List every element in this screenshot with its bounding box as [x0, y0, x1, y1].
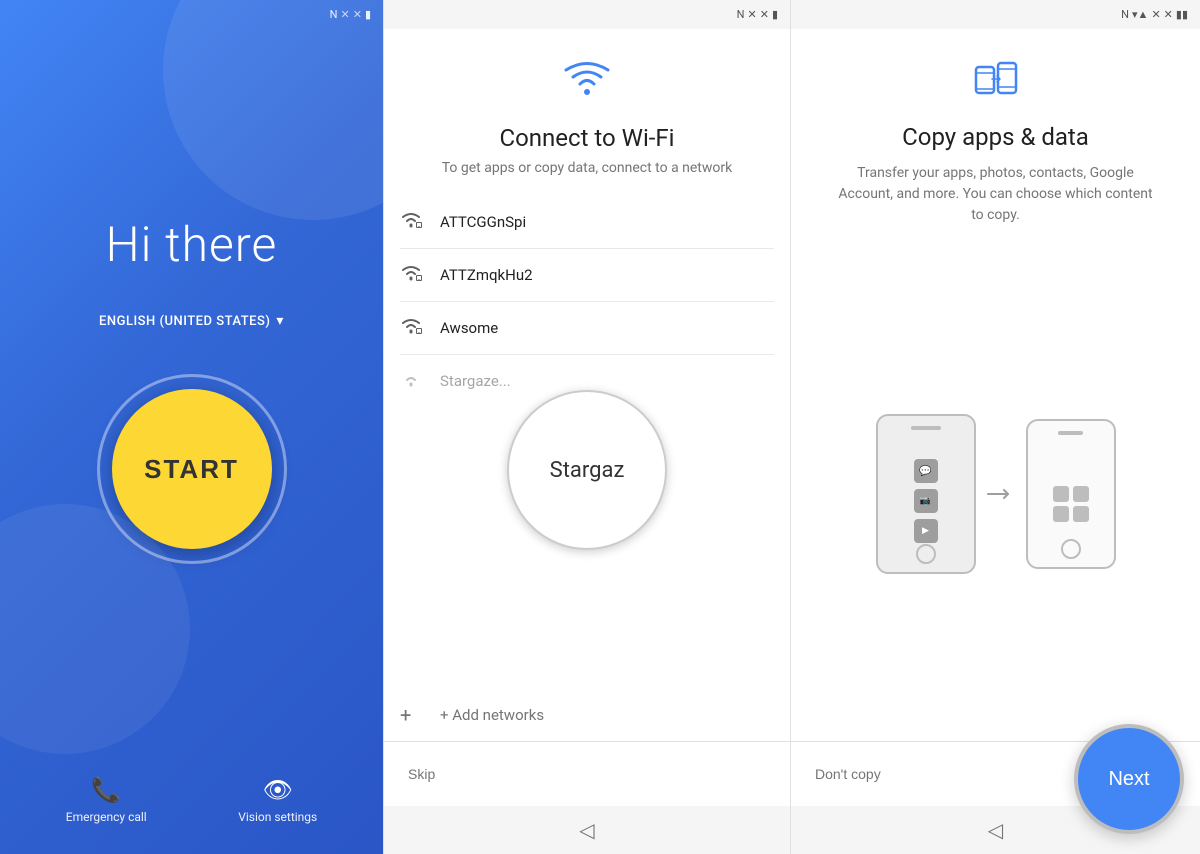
wifi-title: Connect to Wi-Fi	[499, 124, 674, 152]
vision-settings-action[interactable]: 👁 Vision settings	[238, 776, 317, 824]
start-button-container: START	[92, 369, 292, 569]
old-phone: 💬 📷 ▶	[876, 414, 976, 574]
status-bar-right: N ▾▲ ✕ ✕ ▮▮	[791, 0, 1200, 29]
wifi-signal-icon-3	[400, 316, 424, 340]
phone-icon-3: ▶	[914, 519, 938, 543]
skip-button[interactable]: Skip	[408, 758, 435, 790]
network-item-1[interactable]: ATTCGGnSpi	[400, 196, 774, 249]
copy-apps-icon	[971, 59, 1021, 108]
network-name-2: ATTZmqkHu2	[440, 266, 533, 284]
wifi-nav-bar: ◁	[384, 806, 790, 854]
wifi-signal-icon-4	[400, 369, 424, 393]
phone-screen-old: 💬 📷 ▶	[914, 459, 938, 543]
transfer-arrow	[986, 484, 1016, 504]
network-item-2[interactable]: ATTZmqkHu2	[400, 249, 774, 302]
app-slot-4	[1073, 506, 1089, 522]
app-slot-3	[1053, 506, 1069, 522]
phone-icon-1: 💬	[914, 459, 938, 483]
status-icons-right: N ▾▲ ✕ ✕ ▮▮	[1121, 8, 1188, 21]
welcome-content: Hi there ENGLISH (UNITED STATES) ▾ START	[92, 29, 292, 756]
phone-speaker	[911, 426, 941, 430]
wifi-header: Connect to Wi-Fi To get apps or copy dat…	[384, 29, 790, 196]
add-network-label: + Add networks	[440, 706, 544, 724]
start-button-ring	[97, 374, 287, 564]
next-button-label: Next	[1108, 768, 1149, 791]
new-phone	[1026, 419, 1116, 569]
phone-home-button-2	[1061, 539, 1081, 559]
emergency-call-action[interactable]: 📞 Emergency call	[66, 776, 147, 824]
welcome-bottom-bar: 📞 Emergency call 👁 Vision settings	[0, 756, 383, 854]
copy-header: Copy apps & data Transfer your apps, pho…	[791, 29, 1200, 246]
copy-description: Transfer your apps, photos, contacts, Go…	[836, 163, 1156, 226]
network-item-3[interactable]: Awsome	[400, 302, 774, 355]
vision-settings-label: Vision settings	[238, 810, 317, 824]
phone-speaker-new	[1058, 431, 1083, 435]
wifi-subtitle: To get apps or copy data, connect to a n…	[442, 160, 733, 176]
language-label: ENGLISH (UNITED STATES)	[99, 314, 270, 329]
back-icon[interactable]: ◁	[579, 818, 594, 842]
phone-icon: 📞	[91, 776, 121, 804]
phone-icon-2: 📷	[914, 489, 938, 513]
phone-screen-new	[1053, 486, 1089, 522]
network-name-1: ATTCGGnSpi	[440, 213, 526, 231]
app-slot-2	[1073, 486, 1089, 502]
language-selector[interactable]: ENGLISH (UNITED STATES) ▾	[99, 313, 284, 329]
plus-icon: +	[400, 703, 424, 727]
status-icons-mid: N ✕ ✕ ▮	[737, 8, 778, 21]
wifi-panel: N ✕ ✕ ▮ Connect to Wi-Fi To get apps or …	[383, 0, 791, 854]
status-bar-mid: N ✕ ✕ ▮	[384, 0, 790, 29]
app-slot-1	[1053, 486, 1069, 502]
welcome-panel: N ✕ ✕ ▮ Hi there ENGLISH (UNITED STATES)…	[0, 0, 383, 854]
emergency-call-label: Emergency call	[66, 810, 147, 824]
wifi-icon	[562, 59, 612, 109]
phones-container: 💬 📷 ▶	[876, 414, 1116, 574]
add-network-button[interactable]: + + Add networks	[384, 689, 790, 741]
stargaze-tooltip: Stargaz	[507, 390, 667, 550]
welcome-title: Hi there	[106, 216, 278, 273]
phone-home-button-1	[916, 544, 936, 564]
chevron-down-icon: ▾	[276, 313, 284, 329]
status-bar-left: N ✕ ✕ ▮	[0, 0, 383, 29]
wifi-signal-icon-2	[400, 263, 424, 287]
next-button[interactable]: Next	[1074, 724, 1184, 834]
network-name-stargaze: Stargaze...	[440, 372, 511, 390]
status-icons-left: N ✕ ✕ ▮	[330, 8, 371, 21]
dont-copy-button[interactable]: Don't copy	[815, 758, 881, 790]
eye-icon: 👁	[263, 776, 293, 804]
copy-title: Copy apps & data	[902, 123, 1089, 151]
wifi-signal-icon-1	[400, 210, 424, 234]
phone-illustration: 💬 📷 ▶	[791, 246, 1200, 741]
tooltip-network-name: Stargaz	[550, 458, 625, 483]
copy-back-icon[interactable]: ◁	[988, 818, 1003, 842]
network-name-3: Awsome	[440, 319, 498, 337]
wifi-footer: Skip	[384, 741, 790, 806]
